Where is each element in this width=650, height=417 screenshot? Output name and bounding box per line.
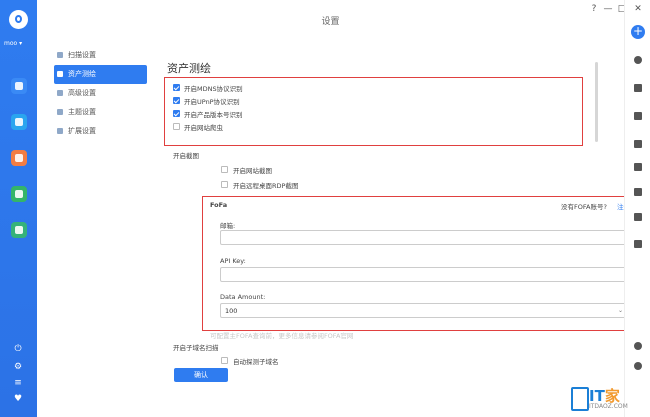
- menu-icon[interactable]: ≡: [13, 378, 23, 388]
- nav-item-theme[interactable]: 主题设置: [54, 103, 147, 122]
- chevron-down-icon: ▾: [19, 40, 23, 47]
- site-watermark: IT家 ITDAOZ.COM: [567, 381, 650, 417]
- settings-window: 设置 ? — □ 扫描设置 资产测绘 高级设置 主题设置 扩展设置 资产测绘 开…: [37, 0, 626, 417]
- clock-icon[interactable]: [634, 56, 642, 64]
- chevron-down-icon: ⌄: [617, 307, 623, 314]
- nav-item-extension[interactable]: 扩展设置: [54, 122, 147, 141]
- heart-icon[interactable]: ♥: [13, 394, 23, 404]
- refresh-icon[interactable]: [634, 342, 642, 350]
- home-icon: [15, 82, 23, 90]
- mdns-checkbox[interactable]: [173, 84, 180, 91]
- subdomain-checkbox[interactable]: [221, 357, 228, 364]
- rail-plugin-button[interactable]: [11, 222, 27, 238]
- fofa-no-account: 没有FOFA账号?: [561, 203, 607, 211]
- nav-item-scan[interactable]: 扫描设置: [54, 46, 147, 65]
- screenshot-title: 开启截图: [173, 152, 199, 160]
- add-icon[interactable]: +: [631, 25, 645, 39]
- nav-label: 扩展设置: [68, 127, 96, 135]
- version-checkbox[interactable]: [173, 110, 180, 117]
- crawler-label: 开启网站爬虫: [184, 124, 223, 132]
- app-logo-icon: [9, 10, 28, 29]
- user-name: moo: [4, 40, 18, 47]
- subdomain-title: 开启子域名扫描: [173, 344, 219, 352]
- chart-icon: [15, 190, 23, 198]
- bug-icon[interactable]: [634, 163, 642, 171]
- email-field[interactable]: [220, 230, 624, 245]
- monitor-icon[interactable]: [634, 112, 642, 120]
- right-toolbar: ✕ +: [624, 0, 650, 417]
- apikey-label: API Key:: [220, 257, 246, 265]
- crawler-checkbox[interactable]: [173, 123, 180, 130]
- upnp-checkbox[interactable]: [173, 97, 180, 104]
- apikey-field[interactable]: [220, 267, 624, 282]
- web-screenshot-checkbox[interactable]: [221, 166, 228, 173]
- version-label: 开启产品版本号识别: [184, 111, 243, 119]
- rdp-screenshot-checkbox[interactable]: [221, 181, 228, 188]
- upnp-label: 开启UPnP协议识别: [184, 98, 240, 106]
- minimize-icon[interactable]: —: [603, 4, 613, 14]
- amount-select[interactable]: 100 ⌄: [220, 303, 624, 318]
- close-icon[interactable]: ✕: [633, 4, 643, 14]
- scan-icon: [15, 154, 23, 162]
- nav-label: 扫描设置: [68, 51, 96, 59]
- window-title: 设置: [321, 17, 340, 27]
- nav-item-advanced[interactable]: 高级设置: [54, 84, 147, 103]
- confirm-button[interactable]: 确认: [174, 368, 228, 382]
- map-icon: [57, 71, 63, 77]
- sync-icon[interactable]: [634, 362, 642, 370]
- rail-list-button[interactable]: [11, 114, 27, 130]
- nav-label: 主题设置: [68, 108, 96, 116]
- amount-label: Data Amount:: [220, 293, 266, 301]
- server-icon[interactable]: [634, 240, 642, 248]
- settings-nav: 扫描设置 资产测绘 高级设置 主题设置 扩展设置: [54, 46, 147, 141]
- web-screenshot-label: 开启网站截图: [233, 167, 272, 175]
- watermark-site: ITDAOZ.COM: [589, 403, 628, 410]
- subdomain-label: 自动探测子域名: [233, 358, 279, 366]
- fofa-register-link[interactable]: 注册: [617, 201, 624, 211]
- amount-value: 100: [225, 307, 238, 315]
- fofa-hint: 可配置主FOFA查询前，更多信息请参阅FOFA官网: [210, 332, 354, 340]
- puzzle-icon: [15, 226, 23, 234]
- rail-chart-button[interactable]: [11, 186, 27, 202]
- app-rail: moo ▾ ⏻ ⚙ ≡ ♥: [0, 0, 37, 417]
- gear-icon: [57, 90, 63, 96]
- fofa-title: FoFa: [210, 201, 228, 209]
- watermark-logo-icon: [571, 387, 589, 411]
- rail-scan-button[interactable]: [11, 150, 27, 166]
- scan-icon: [57, 52, 63, 58]
- user-menu[interactable]: moo ▾: [4, 40, 36, 47]
- rail-home-button[interactable]: [11, 78, 27, 94]
- help-icon[interactable]: ?: [589, 4, 599, 14]
- nav-label: 高级设置: [68, 89, 96, 97]
- puzzle-icon[interactable]: [634, 213, 642, 221]
- rdp-screenshot-label: 开启远程桌面RDP截图: [233, 182, 299, 190]
- mdns-label: 开启MDNS协议识别: [184, 85, 243, 93]
- theme-icon: [57, 109, 63, 115]
- power-icon[interactable]: ⏻: [13, 344, 23, 354]
- nav-label: 资产测绘: [68, 70, 96, 78]
- document-icon[interactable]: [634, 84, 642, 92]
- content-scrollbar[interactable]: [595, 62, 598, 142]
- list-icon: [15, 118, 23, 126]
- bar-chart-icon[interactable]: [634, 188, 642, 196]
- page-title: 资产测绘: [167, 62, 211, 75]
- email-label: 邮箱:: [220, 222, 236, 230]
- settings-icon[interactable]: ⚙: [13, 362, 23, 372]
- nav-item-asset-mapping[interactable]: 资产测绘: [54, 65, 147, 84]
- puzzle-icon: [57, 128, 63, 134]
- panel-icon[interactable]: [634, 140, 642, 148]
- settings-content: 资产测绘 开启MDNS协议识别 开启UPnP协议识别 开启产品版本号识别 开启网…: [164, 46, 624, 417]
